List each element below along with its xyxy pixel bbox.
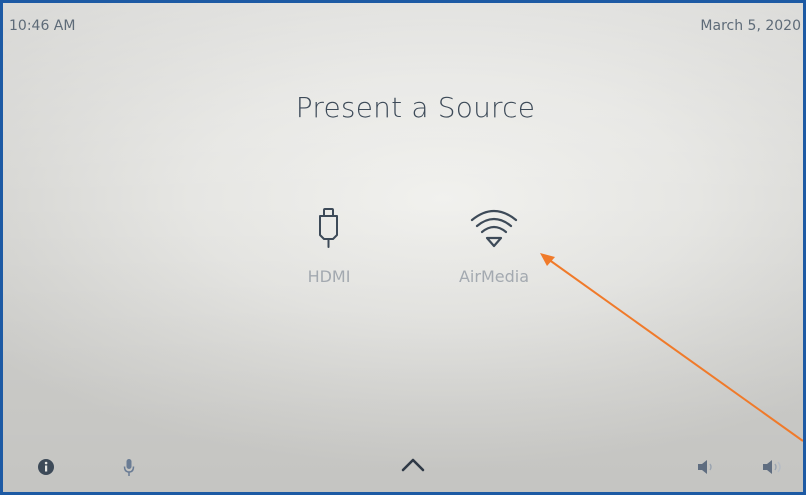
volume-up-button[interactable] [761, 458, 787, 480]
volume-down-button[interactable] [696, 458, 718, 480]
volume-up-icon [763, 460, 781, 474]
source-airmedia-button[interactable]: AirMedia [434, 203, 554, 286]
annotation-arrow [540, 253, 803, 442]
microphone-icon [123, 459, 135, 476]
chevron-up-icon [401, 458, 425, 472]
touch-panel-screen: 10:46 AM March 5, 2020 Present a Source … [3, 3, 803, 492]
info-button[interactable] [37, 458, 55, 480]
source-hdmi-label: HDMI [307, 267, 351, 286]
page-title: Present a Source [295, 91, 536, 124]
volume-down-icon [698, 460, 712, 474]
source-airmedia-label: AirMedia [458, 267, 530, 286]
microphone-button[interactable] [122, 458, 136, 482]
source-hdmi-button[interactable]: HDMI [269, 203, 389, 286]
info-icon [38, 459, 54, 475]
wifi-icon [470, 209, 518, 248]
current-date: March 5, 2020 [700, 18, 801, 34]
expand-menu-button[interactable] [400, 456, 426, 478]
clock-time: 10:46 AM [9, 18, 76, 34]
hdmi-plug-icon [319, 208, 338, 248]
